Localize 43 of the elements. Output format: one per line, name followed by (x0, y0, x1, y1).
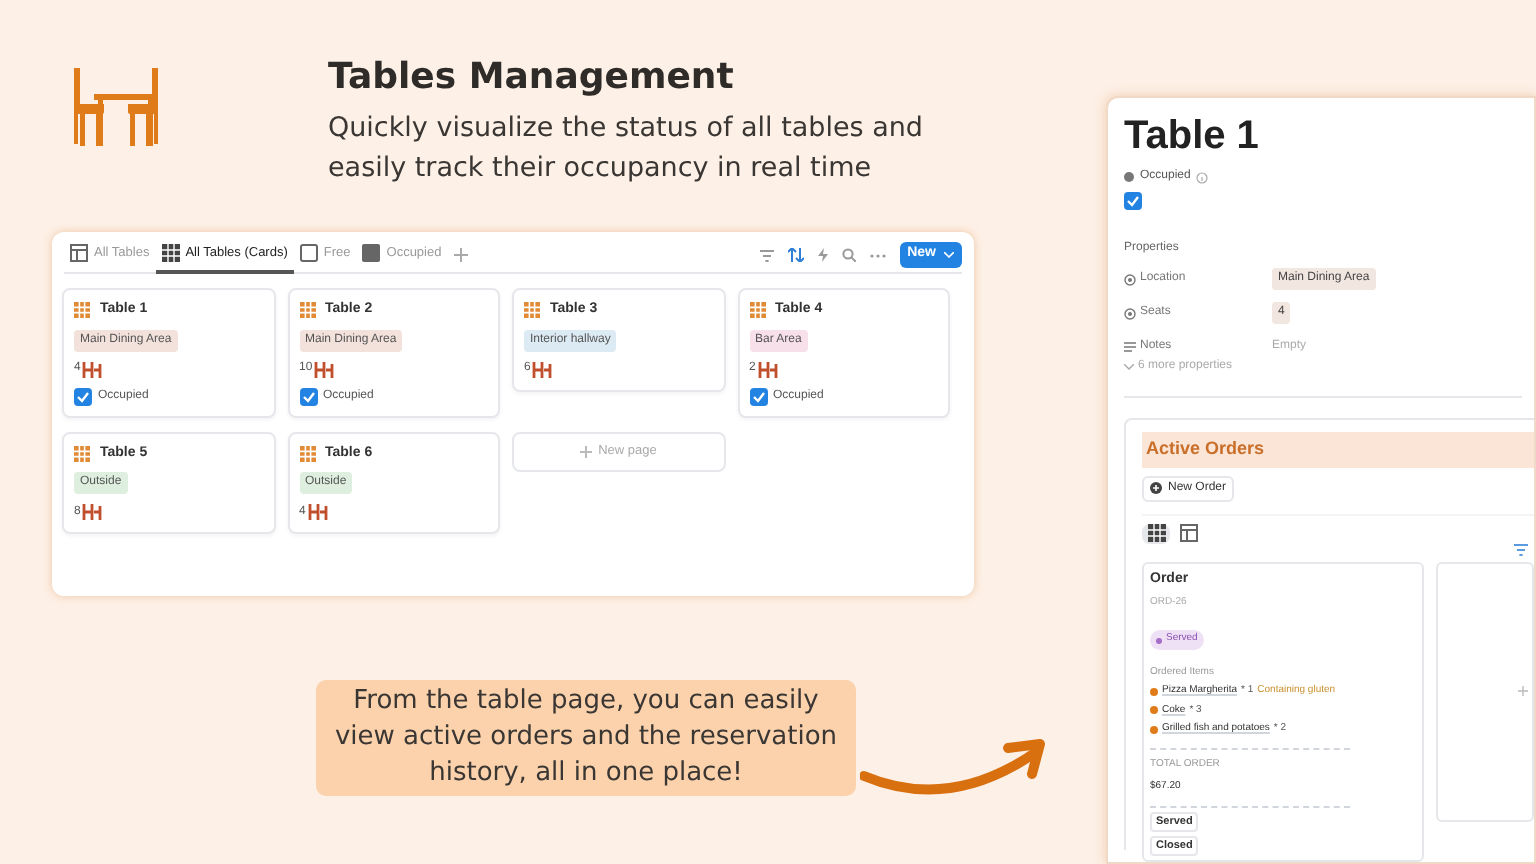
dot-icon (1156, 637, 1162, 643)
lines-icon (1124, 342, 1136, 352)
food-icon (1150, 706, 1158, 715)
checkbox[interactable] (749, 387, 767, 405)
grid-icon (74, 445, 90, 462)
subtitle: Quickly visualize the status of all tables and easily track their occupancy in real time (328, 110, 925, 188)
checkbox[interactable] (74, 387, 92, 405)
food-icon (1150, 687, 1158, 696)
chevron-down-icon (1124, 364, 1134, 370)
grid-icon (1147, 524, 1165, 542)
callout-text: From the table page, you can easily view active orders and the reservation history, all in one place! (316, 680, 856, 796)
filter-icon (759, 249, 774, 261)
heading: Tables Management (328, 54, 736, 102)
plus-circle-icon (1150, 482, 1162, 494)
table-icon (70, 244, 88, 262)
circle-icon (1124, 172, 1134, 182)
chevron-down-icon (944, 252, 954, 258)
checkbox[interactable] (299, 387, 317, 405)
table-icon (1179, 524, 1197, 542)
section-heading: Active Orders (1142, 432, 1534, 467)
square-icon (362, 244, 381, 262)
plus-icon (1518, 686, 1528, 696)
view-button[interactable] (1174, 523, 1202, 543)
view-button[interactable] (1142, 523, 1170, 543)
grid-icon (524, 302, 540, 319)
plus-icon (580, 445, 593, 457)
checkbox[interactable] (1124, 192, 1142, 210)
plus-icon (453, 248, 468, 262)
lightning-icon (817, 248, 828, 262)
grid-icon (299, 302, 315, 319)
circle-dot-icon (1124, 273, 1136, 285)
food-icon (1150, 725, 1158, 734)
grid-icon (74, 302, 90, 319)
grid-icon (749, 302, 765, 319)
grid-icon (299, 445, 315, 462)
filter-icon (1514, 543, 1528, 555)
circle-dot-icon (1124, 307, 1136, 319)
search-icon (841, 248, 856, 262)
grid-icon (161, 244, 180, 262)
page-title: Table 1 (1124, 112, 1261, 162)
info-icon (1196, 171, 1209, 183)
checkbox-icon (299, 244, 318, 262)
sort-icon (787, 248, 804, 262)
